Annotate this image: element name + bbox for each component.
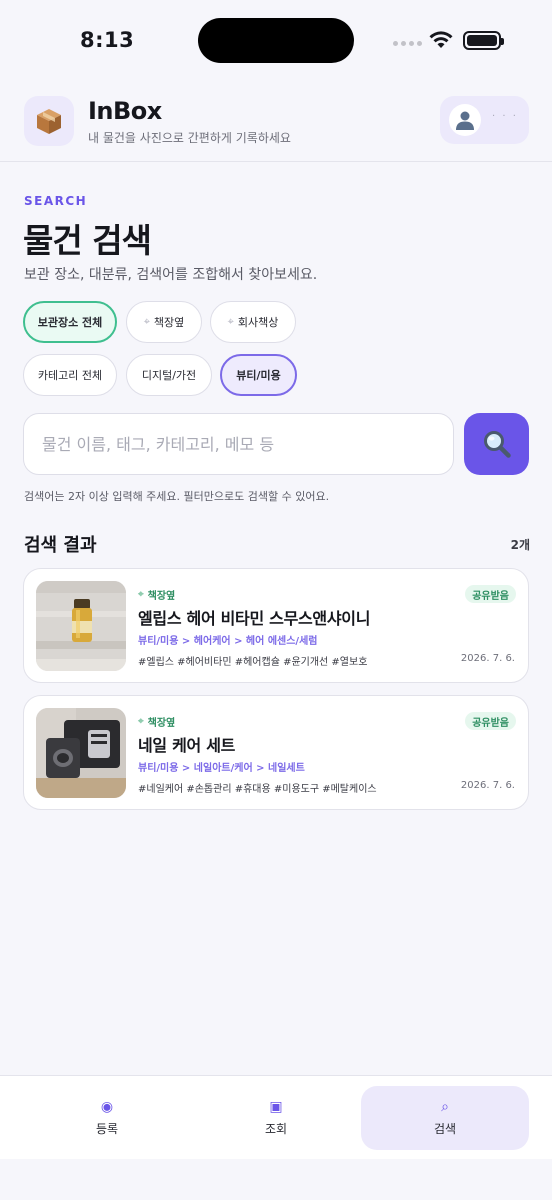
profile-name: · · ·: [492, 111, 518, 122]
status-time: 8:13: [80, 28, 135, 52]
app-header: InBox 내 물건을 사진으로 간편하게 기록하세요 · · ·: [0, 80, 552, 162]
results-title: 검색 결과: [24, 535, 97, 556]
nav-register[interactable]: ◉ 등록: [23, 1086, 191, 1150]
avatar-icon: [449, 104, 481, 136]
home-indicator-area: [0, 1159, 552, 1200]
search-input[interactable]: [24, 414, 453, 474]
nav-search[interactable]: ⌕ 검색: [361, 1086, 529, 1150]
item-name: 네일 케어 세트: [138, 736, 236, 755]
wifi-icon: [429, 31, 453, 48]
pin-icon: ⌖: [138, 589, 144, 600]
filter-location-all[interactable]: 보관장소 전체: [23, 301, 117, 343]
section-eyebrow: SEARCH: [24, 194, 88, 208]
filter-category-digital[interactable]: 디지털/가전: [126, 354, 212, 396]
grid-icon: ▣: [269, 1099, 283, 1115]
item-location: ⌖ 책장옆: [138, 714, 175, 729]
app-subtitle: 내 물건을 사진으로 간편하게 기록하세요: [88, 131, 291, 145]
page-title: 물건 검색: [23, 221, 152, 260]
item-tags: #엘립스 #헤어비타민 #헤어캡슐 #윤기개선 #열보호: [138, 657, 368, 668]
battery-icon: [463, 31, 504, 50]
pin-icon: ⌖: [138, 716, 144, 727]
magnifier-icon: [483, 431, 511, 458]
filter-location-office-desk[interactable]: ⌖ 회사책상: [210, 301, 296, 343]
filter-category-beauty[interactable]: 뷰티/미용: [220, 354, 297, 396]
profile-button[interactable]: · · ·: [440, 96, 529, 144]
item-location: ⌖ 책장옆: [138, 587, 175, 602]
box-icon: [24, 96, 74, 146]
result-card[interactable]: ⌖ 책장옆 공유받음 네일 케어 세트 뷰티/미용 > 네일아트/케어 > 네일…: [23, 695, 529, 810]
filter-location-bookshelf[interactable]: ⌖ 책장옆: [126, 301, 202, 343]
item-date: 2026. 7. 6.: [460, 653, 515, 664]
search-hint: 검색어는 2자 이상 입력해 주세요. 필터만으로도 검색할 수 있어요.: [24, 490, 330, 503]
status-bar: 8:13: [0, 0, 552, 80]
results-count: 2개: [510, 538, 530, 552]
record-icon: ◉: [100, 1099, 114, 1115]
item-location-label: 책장옆: [147, 591, 176, 602]
search-field[interactable]: [23, 413, 454, 475]
result-card[interactable]: ⌖ 책장옆 공유받음 엘립스 헤어 비타민 스무스앤샤이니 뷰티/미용 > 헤어…: [23, 568, 529, 683]
filter-category-all[interactable]: 카테고리 전체: [23, 354, 117, 396]
item-category-path: 뷰티/미용 > 네일아트/케어 > 네일세트: [138, 763, 305, 774]
shared-badge: 공유받음: [465, 712, 516, 730]
item-tags: #네일케어 #손톱관리 #휴대용 #미용도구 #메탈케이스: [138, 784, 377, 795]
item-date: 2026. 7. 6.: [460, 780, 515, 791]
nav-browse[interactable]: ▣ 조회: [192, 1086, 360, 1150]
search-icon: ⌕: [441, 1099, 449, 1115]
item-photo: [36, 708, 126, 798]
chip-label: 보관장소 전체: [37, 316, 103, 329]
search-button[interactable]: [464, 413, 529, 475]
page-description: 보관 장소, 대분류, 검색어를 조합해서 찾아보세요.: [24, 267, 318, 283]
chip-label: 뷰티/미용: [236, 369, 281, 382]
chip-label: 디지털/가전: [141, 369, 197, 382]
item-photo: [36, 581, 126, 671]
pin-icon: ⌖: [143, 315, 150, 328]
dynamic-island: [198, 18, 354, 63]
chip-label: 책장옆: [153, 316, 185, 329]
nav-label: 검색: [433, 1122, 457, 1136]
nav-label: 등록: [95, 1122, 119, 1136]
app-name: InBox: [88, 97, 162, 125]
chip-label: 회사책상: [237, 316, 279, 329]
item-location-label: 책장옆: [147, 718, 176, 729]
bottom-nav: ◉ 등록 ▣ 조회 ⌕ 검색: [0, 1075, 552, 1159]
nav-label: 조회: [264, 1122, 288, 1136]
pin-icon: ⌖: [227, 315, 234, 328]
item-category-path: 뷰티/미용 > 헤어케어 > 헤어 에센스/세럼: [138, 636, 318, 647]
chip-label: 카테고리 전체: [37, 369, 103, 382]
shared-badge: 공유받음: [465, 585, 516, 603]
item-name: 엘립스 헤어 비타민 스무스앤샤이니: [138, 609, 371, 628]
signal-icon: [393, 41, 422, 46]
